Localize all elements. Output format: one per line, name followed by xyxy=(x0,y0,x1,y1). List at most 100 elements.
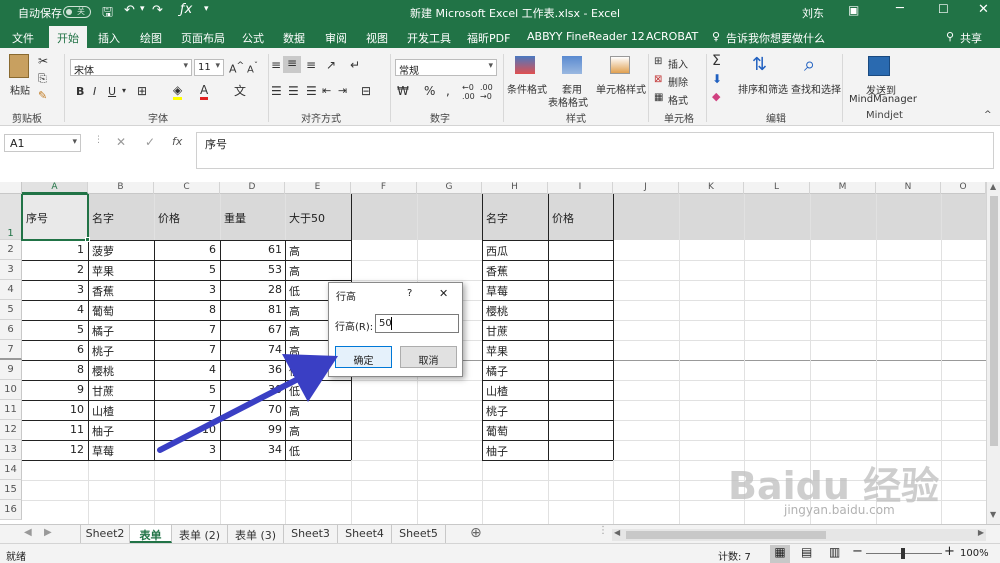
tab-developer[interactable]: 开发工具 xyxy=(407,30,451,46)
collapse-ribbon-icon[interactable]: ^ xyxy=(984,110,992,120)
table-cell[interactable]: 1 xyxy=(24,243,86,256)
redo-icon[interactable]: ↷ xyxy=(152,3,163,18)
table-cell[interactable]: 甘蔗 xyxy=(90,383,152,399)
next-sheet-icon[interactable]: ▶ xyxy=(44,527,52,538)
column-header-k[interactable]: K xyxy=(679,182,744,194)
find-select-icon[interactable]: ⌕ xyxy=(804,52,815,76)
zoom-slider-thumb[interactable] xyxy=(901,548,905,559)
row-header-7[interactable]: 7 xyxy=(0,340,22,360)
mindmanager-icon[interactable] xyxy=(868,56,890,76)
sheet-tab-sheet4[interactable]: Sheet4 xyxy=(338,525,392,543)
format-painter-icon[interactable]: ✎ xyxy=(38,89,47,102)
table-cell[interactable]: 葡萄 xyxy=(90,303,152,319)
format-cells-button[interactable]: 格式 xyxy=(668,92,688,107)
row-header-14[interactable]: 14 xyxy=(0,460,22,480)
table-cell[interactable]: 桃子 xyxy=(484,403,546,419)
table-cell[interactable]: 樱桃 xyxy=(90,363,152,379)
sheet-tab-form-2[interactable]: 表单 (2) xyxy=(172,525,228,543)
number-format-select[interactable]: 常规 xyxy=(395,59,497,77)
undo-icon[interactable]: ↶ xyxy=(124,3,135,18)
table-cell[interactable]: 5 xyxy=(24,323,86,336)
zoom-level[interactable]: 100% xyxy=(960,548,989,559)
conditional-format-icon[interactable] xyxy=(515,56,535,74)
tab-formulas[interactable]: 公式 xyxy=(242,30,264,46)
sort-filter-button[interactable]: 排序和筛选 xyxy=(738,81,788,96)
column-header-c[interactable]: C xyxy=(154,182,220,194)
table-cell[interactable]: 香蕉 xyxy=(90,283,152,299)
bold-icon[interactable]: B xyxy=(76,85,84,98)
column-header-n[interactable]: N xyxy=(876,182,941,194)
tell-me-search[interactable]: 告诉我你想要做什么 xyxy=(726,30,825,46)
table-cell[interactable]: 8 xyxy=(24,363,86,376)
table-cell[interactable]: 28 xyxy=(222,283,284,296)
table-cell[interactable]: 草莓 xyxy=(484,283,546,299)
decrease-indent-icon[interactable]: ⇤ xyxy=(322,84,331,97)
prev-sheet-icon[interactable]: ◀ xyxy=(24,527,32,538)
row-height-input[interactable]: 50 xyxy=(375,314,459,333)
table-cell[interactable]: 12 xyxy=(24,443,86,456)
user-name[interactable]: 刘东 xyxy=(802,5,824,21)
comma-style-icon[interactable]: , xyxy=(446,84,450,98)
accounting-format-icon[interactable]: ₩ xyxy=(397,84,409,98)
zoom-in-icon[interactable]: + xyxy=(944,544,955,559)
tab-data[interactable]: 数据 xyxy=(283,30,305,46)
table-cell[interactable]: 山楂 xyxy=(484,383,546,399)
column-header-h[interactable]: H xyxy=(482,182,548,194)
align-left-icon[interactable]: ☰ xyxy=(271,84,282,98)
row-header-6[interactable]: 6 xyxy=(0,320,22,340)
increase-font-icon[interactable]: A^ xyxy=(229,60,244,76)
quick-access-dropdown-icon[interactable]: ▾ xyxy=(204,4,209,14)
column-header-l[interactable]: L xyxy=(744,182,810,194)
table-cell[interactable]: 苹果 xyxy=(484,343,546,359)
align-right-icon[interactable]: ☰ xyxy=(306,84,317,98)
table-cell[interactable]: 草莓 xyxy=(90,443,152,459)
tab-home[interactable]: 开始 xyxy=(49,26,87,48)
align-bottom-icon[interactable]: ≡ xyxy=(306,58,316,72)
minimize-icon[interactable]: ─ xyxy=(896,1,904,16)
formula-input[interactable]: 序号 xyxy=(196,132,994,169)
sheet-tab-sheet5[interactable]: Sheet5 xyxy=(392,525,446,543)
wrap-text-icon[interactable]: ↵ xyxy=(350,58,360,72)
header-cell-name[interactable]: 名字 xyxy=(90,210,152,226)
underline-dropdown-icon[interactable]: ▾ xyxy=(122,86,126,95)
copy-icon[interactable]: ⎘ xyxy=(38,72,47,86)
underline-icon[interactable]: U xyxy=(108,85,116,98)
table-cell[interactable]: 2 xyxy=(24,263,86,276)
table-cell[interactable]: 橘子 xyxy=(484,363,546,379)
cancel-entry-icon[interactable]: ✕ xyxy=(116,135,126,149)
column-header-m[interactable]: M xyxy=(810,182,876,194)
table-cell[interactable]: 甘蔗 xyxy=(484,323,546,339)
add-sheet-icon[interactable]: ⊕ xyxy=(470,525,482,541)
row-header-5[interactable]: 5 xyxy=(0,300,22,320)
clear-icon[interactable]: ◆ xyxy=(712,90,720,103)
column-header-d[interactable]: D xyxy=(220,182,285,194)
table-cell[interactable]: 10 xyxy=(24,403,86,416)
insert-cells-icon[interactable]: ⊞ xyxy=(654,56,662,67)
table-cell[interactable]: 菠萝 xyxy=(90,243,152,259)
delete-cells-icon[interactable]: ⊠ xyxy=(654,74,662,85)
percent-icon[interactable]: % xyxy=(424,84,435,98)
decrease-font-icon[interactable]: Aˇ xyxy=(247,60,258,75)
share-button[interactable]: 共享 xyxy=(960,30,982,46)
autosave-toggle[interactable]: 关 xyxy=(63,6,91,18)
column-header-a[interactable]: A xyxy=(22,182,88,194)
tab-view[interactable]: 视图 xyxy=(366,30,388,46)
sheet-tab-sheet2[interactable]: Sheet2 xyxy=(80,525,130,543)
column-header-i[interactable]: I xyxy=(548,182,613,194)
format-as-table-label-2[interactable]: 表格格式 xyxy=(548,94,588,109)
tab-draw[interactable]: 绘图 xyxy=(140,30,162,46)
tabs-splitter-icon[interactable]: ⋮ xyxy=(598,525,608,536)
table-cell[interactable]: 3 xyxy=(24,283,86,296)
normal-view-icon[interactable]: ▦ xyxy=(770,545,790,563)
table-cell[interactable]: 西瓜 xyxy=(484,243,546,259)
table-cell[interactable]: 53 xyxy=(222,263,284,276)
name-box[interactable]: A1 ▾ xyxy=(4,134,81,152)
table-cell[interactable]: 8 xyxy=(156,303,218,316)
cell-styles-button[interactable]: 单元格样式 xyxy=(596,81,646,96)
sheet-tab-form[interactable]: 表单 xyxy=(130,525,172,543)
table-cell[interactable]: 桃子 xyxy=(90,343,152,359)
italic-icon[interactable]: I xyxy=(93,85,96,98)
fill-handle[interactable] xyxy=(85,237,90,242)
increase-indent-icon[interactable]: ⇥ xyxy=(338,84,347,97)
fill-icon[interactable]: ⬇ xyxy=(712,72,722,86)
